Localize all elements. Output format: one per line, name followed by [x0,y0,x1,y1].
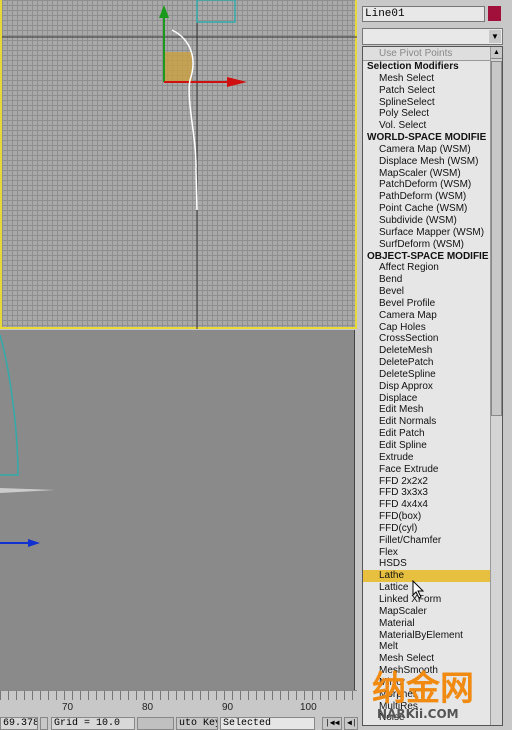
list-item[interactable]: Poly Select [363,108,502,120]
list-item[interactable]: Camera Map [363,310,502,322]
list-item[interactable]: Linked XForm [363,594,502,606]
list-group-header: OBJECT-SPACE MODIFIE [367,250,489,262]
timeline-ruler[interactable]: 70 80 90 100 [0,690,357,716]
list-item[interactable]: FFD(box) [363,511,502,523]
list-item[interactable]: Melt [363,641,502,653]
list-item[interactable]: Subdivide (WSM) [363,215,502,227]
tick-label: 80 [142,702,154,713]
list-item[interactable]: Cap Holes [363,322,502,334]
object-name-field[interactable]: Line01 [362,6,485,22]
svg-text:NARKii.COM: NARKii.COM [377,707,459,720]
list-item[interactable]: Bevel [363,286,502,298]
list-item[interactable]: Extrude [363,452,502,464]
list-item[interactable]: Fillet/Chamfer [363,535,502,547]
list-item[interactable]: FFD 3x3x3 [363,487,502,499]
list-item[interactable]: Bend [363,274,502,286]
list-item[interactable]: Flex [363,547,502,559]
modifier-list[interactable]: Use Pivot Points Selection Modifiers Mesh… [362,46,503,726]
list-item[interactable]: FFD 4x4x4 [363,499,502,511]
watermark-logo: 纳金网 NARKii.COM [372,669,474,720]
list-item[interactable]: Material [363,618,502,630]
list-item[interactable]: PathDeform (WSM) [363,191,502,203]
use-pivot-points-option[interactable]: Use Pivot Points [363,47,502,61]
list-item[interactable]: DeletePatch [363,357,502,369]
list-item[interactable]: Affect Region [363,262,502,274]
prev-frame-icon[interactable]: ◀| [344,717,358,730]
list-item[interactable]: Displace [363,393,502,405]
coord-field[interactable]: 69.378 [0,717,38,730]
goto-start-icon[interactable]: |◀◀ [322,717,342,730]
list-item[interactable]: Displace Mesh (WSM) [363,156,502,168]
list-item[interactable]: FFD(cyl) [363,523,502,535]
list-item[interactable]: MaterialByElement [363,630,502,642]
list-item[interactable]: MapScaler (WSM) [363,168,502,180]
list-item[interactable]: Edit Mesh [363,404,502,416]
list-item[interactable]: PatchDeform (WSM) [363,179,502,191]
list-item[interactable]: Lattice [363,582,502,594]
list-item[interactable]: Edit Patch [363,428,502,440]
key-filter-select[interactable]: Selected [220,717,315,730]
list-item[interactable]: Mesh Select [363,73,502,85]
list-item[interactable]: Camera Map (WSM) [363,144,502,156]
list-item[interactable]: Bevel Profile [363,298,502,310]
list-item[interactable]: MapScaler [363,606,502,618]
list-item[interactable]: Face Extrude [363,464,502,476]
list-item[interactable]: HSDS [363,558,502,570]
list-item[interactable]: Vol. Select [363,120,502,132]
mouse-cursor-icon [412,580,425,599]
list-item[interactable]: Disp Approx [363,381,502,393]
chevron-down-icon[interactable]: ▼ [489,30,501,43]
list-item[interactable]: Surface Mapper (WSM) [363,227,502,239]
list-group-header: WORLD-SPACE MODIFIE [367,132,487,144]
list-item[interactable]: CrossSection [363,333,502,345]
list-item[interactable]: Lathe [363,570,502,583]
list-item[interactable]: DeleteMesh [363,345,502,357]
coord-spinner[interactable] [40,717,48,730]
auto-key-button[interactable]: uto Key [176,717,218,730]
grid-display: Grid = 10.0 [51,717,135,730]
list-item[interactable]: Point Cache (WSM) [363,203,502,215]
svg-text:纳金网: 纳金网 [372,669,474,709]
object-color-swatch[interactable] [488,6,501,21]
scrollbar[interactable]: ▲ [490,47,502,725]
list-item[interactable]: Edit Normals [363,416,502,428]
list-item[interactable]: SurfDeform (WSM) [363,239,502,251]
gizmo-plane [164,52,192,82]
list-item[interactable]: SplineSelect [363,97,502,109]
command-panel: Line01 ▼ Use Pivot Points Selection Modi… [357,0,512,726]
tick-label: 100 [300,702,317,713]
list-item[interactable]: FFD 2x2x2 [363,476,502,488]
list-group-header: Selection Modifiers [367,61,459,72]
list-item[interactable]: Patch Select [363,85,502,97]
tick-label: 90 [222,702,234,713]
list-item[interactable]: Edit Spline [363,440,502,452]
scrollbar-thumb[interactable] [491,61,502,416]
modifier-list-dropdown[interactable]: ▼ [362,28,503,45]
scroll-up-icon[interactable]: ▲ [491,47,502,59]
viewport-top[interactable] [0,0,357,329]
tick-label: 70 [62,702,74,713]
blank-field [137,717,174,730]
list-item[interactable]: DeleteSpline [363,369,502,381]
viewport-bottom[interactable] [0,330,355,690]
